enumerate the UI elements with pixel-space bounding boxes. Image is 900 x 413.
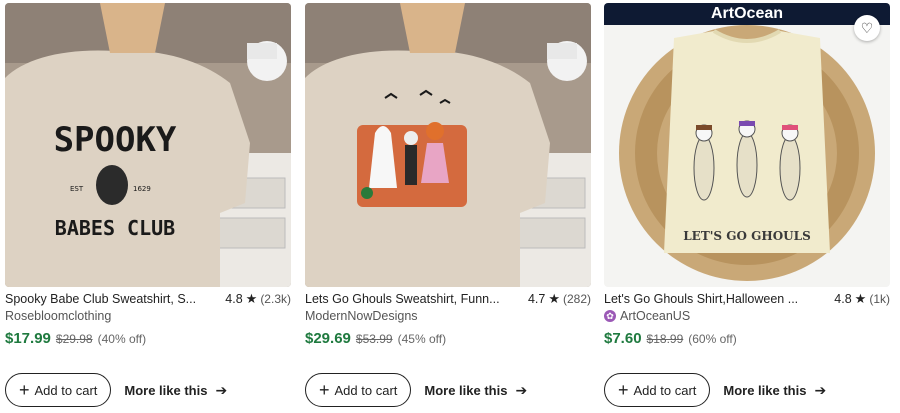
more-like-this-link[interactable]: More like this ➔ xyxy=(723,382,826,399)
product-rating: 4.7 ★ (282) xyxy=(528,291,591,307)
price-row: $29.69 $53.99 (45% off) xyxy=(305,330,446,347)
price-row: $7.60 $18.99 (60% off) xyxy=(604,330,737,347)
plus-icon: + xyxy=(19,380,30,400)
product-card[interactable]: Lets Go Ghouls Sweatshirt, Funn... 4.7 ★… xyxy=(305,3,591,407)
plus-icon: + xyxy=(319,380,330,400)
discount: (40% off) xyxy=(97,332,147,346)
original-price: $53.99 xyxy=(355,332,393,346)
print-est: EST xyxy=(70,185,84,193)
arrow-right-icon: ➔ xyxy=(515,381,528,398)
product-image[interactable] xyxy=(305,3,591,287)
product-card[interactable]: LET'S GO GHOULS ArtOcean ♡ Let's Go Ghou… xyxy=(604,3,890,407)
product-image[interactable]: SPOOKY EST 1629 BABES CLUB xyxy=(5,3,291,287)
discount: (45% off) xyxy=(397,332,447,346)
rating-value: 4.8 xyxy=(834,292,852,306)
brand-banner: ArtOcean xyxy=(604,3,890,25)
shop-name-text: Rosebloomclothing xyxy=(5,309,112,323)
product-title[interactable]: Spooky Babe Club Sweatshirt, S... xyxy=(5,292,217,306)
print-text: LET'S GO GHOULS xyxy=(683,229,811,243)
add-to-cart-button[interactable]: + Add to cart xyxy=(604,373,711,407)
plus-icon: + xyxy=(618,380,629,400)
review-count: (2.3k) xyxy=(260,292,291,306)
original-price: $18.99 xyxy=(646,332,684,346)
shop-name-text: ModernNowDesigns xyxy=(305,309,418,323)
original-price: $29.98 xyxy=(55,332,93,346)
shop-name-text: ArtOceanUS xyxy=(620,309,691,323)
more-like-this-label: More like this xyxy=(424,382,508,398)
sale-price: $29.69 xyxy=(305,330,351,347)
product-rating: 4.8 ★ (1k) xyxy=(834,291,890,307)
star-icon: ★ xyxy=(245,291,258,306)
shop-name[interactable]: ModernNowDesigns xyxy=(305,309,418,323)
sale-price: $7.60 xyxy=(604,330,642,347)
arrow-right-icon: ➔ xyxy=(814,381,827,398)
review-count: (1k) xyxy=(869,292,890,306)
product-rating: 4.8 ★ (2.3k) xyxy=(225,291,291,307)
heart-icon[interactable]: ♡ xyxy=(854,15,880,41)
add-to-cart-button[interactable]: + Add to cart xyxy=(305,373,412,407)
more-like-this-link[interactable]: More like this ➔ xyxy=(424,382,527,399)
add-to-cart-label: Add to cart xyxy=(334,382,398,398)
review-count: (282) xyxy=(562,292,591,306)
print-year: 1629 xyxy=(133,185,151,193)
star-icon: ★ xyxy=(854,291,867,306)
product-image[interactable]: LET'S GO GHOULS ArtOcean ♡ xyxy=(604,3,890,287)
print-subtitle: BABES CLUB xyxy=(55,216,175,240)
product-card[interactable]: SPOOKY EST 1629 BABES CLUB Spooky Babe C… xyxy=(5,3,291,407)
add-to-cart-label: Add to cart xyxy=(34,382,98,398)
rating-value: 4.7 xyxy=(527,292,546,306)
sale-price: $17.99 xyxy=(5,330,51,347)
star-icon: ★ xyxy=(548,291,560,306)
price-row: $17.99 $29.98 (40% off) xyxy=(5,330,146,347)
discount: (60% off) xyxy=(688,332,737,346)
shop-name[interactable]: ✿ ArtOceanUS xyxy=(604,309,690,323)
more-like-this-label: More like this xyxy=(124,382,208,398)
product-title[interactable]: Let's Go Ghouls Shirt,Halloween ... xyxy=(604,292,826,306)
product-title[interactable]: Lets Go Ghouls Sweatshirt, Funn... xyxy=(305,292,520,306)
star-seller-badge-icon: ✿ xyxy=(604,310,616,322)
print-title: SPOOKY xyxy=(54,120,177,160)
rating-value: 4.8 xyxy=(225,292,243,306)
arrow-right-icon: ➔ xyxy=(215,381,228,398)
add-to-cart-button[interactable]: + Add to cart xyxy=(5,373,112,407)
shop-name[interactable]: Rosebloomclothing xyxy=(5,309,111,323)
more-like-this-label: More like this xyxy=(723,382,807,398)
add-to-cart-label: Add to cart xyxy=(633,382,697,398)
more-like-this-link[interactable]: More like this ➔ xyxy=(124,382,227,399)
